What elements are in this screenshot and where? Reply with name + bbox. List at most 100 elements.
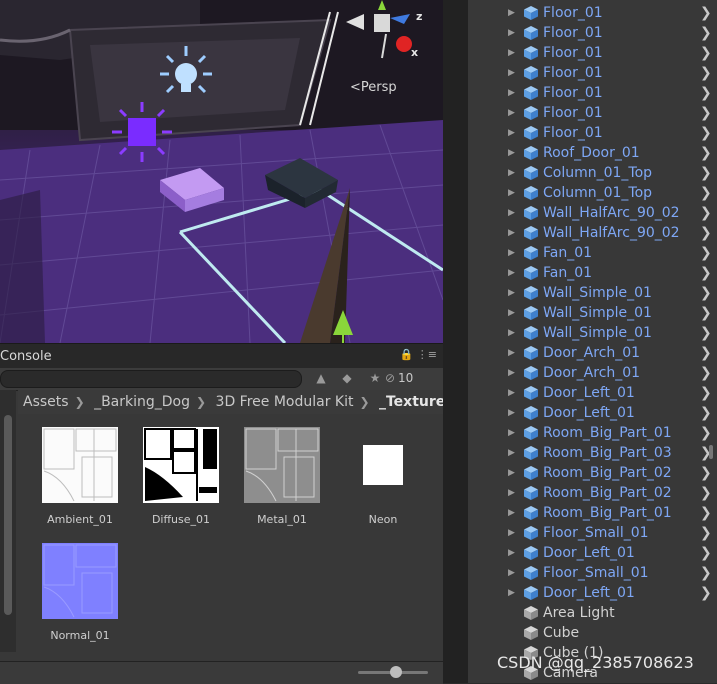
hierarchy-item[interactable]: ▶ Fan_01 ❯: [468, 243, 717, 263]
chevron-right-icon[interactable]: ❯: [700, 83, 712, 103]
hierarchy-item[interactable]: ▶ Floor_01 ❯: [468, 23, 717, 43]
hierarchy-item[interactable]: ▶ Floor_Small_01 ❯: [468, 523, 717, 543]
chevron-right-icon[interactable]: ❯: [700, 483, 712, 503]
expand-arrow-icon[interactable]: ▶: [508, 243, 515, 263]
expand-arrow-icon[interactable]: ▶: [508, 223, 515, 243]
filter-by-label-icon[interactable]: ◆: [338, 371, 356, 387]
expand-arrow-icon[interactable]: ▶: [508, 43, 515, 63]
light-bulb-icon[interactable]: [155, 44, 217, 104]
chevron-right-icon[interactable]: ❯: [700, 463, 712, 483]
tab-console[interactable]: Console: [0, 349, 52, 364]
chevron-right-icon[interactable]: ❯: [700, 43, 712, 63]
chevron-right-icon[interactable]: ❯: [700, 343, 712, 363]
expand-arrow-icon[interactable]: ▶: [508, 323, 515, 343]
orientation-gizmo[interactable]: [342, 0, 422, 66]
expand-arrow-icon[interactable]: ▶: [508, 383, 515, 403]
hierarchy-item[interactable]: ▶ Room_Big_Part_02 ❯: [468, 463, 717, 483]
expand-arrow-icon[interactable]: ▶: [508, 263, 515, 283]
chevron-right-icon[interactable]: ❯: [700, 523, 712, 543]
chevron-right-icon[interactable]: ❯: [700, 283, 712, 303]
expand-arrow-icon[interactable]: ▶: [508, 483, 515, 503]
area-light-icon[interactable]: [110, 100, 174, 164]
hierarchy-item[interactable]: ▶ Column_01_Top ❯: [468, 183, 717, 203]
chevron-right-icon[interactable]: ❯: [700, 63, 712, 83]
expand-arrow-icon[interactable]: ▶: [508, 583, 515, 603]
chevron-right-icon[interactable]: ❯: [700, 543, 712, 563]
hierarchy-item[interactable]: ▶ Column_01_Top ❯: [468, 163, 717, 183]
expand-arrow-icon[interactable]: ▶: [508, 183, 515, 203]
hierarchy-item[interactable]: ▶ Door_Arch_01 ❯: [468, 363, 717, 383]
lock-icon[interactable]: 🔒: [400, 348, 414, 361]
expand-arrow-icon[interactable]: ▶: [508, 463, 515, 483]
chevron-right-icon[interactable]: ❯: [700, 303, 712, 323]
hierarchy-item[interactable]: ▶ Room_Big_Part_01 ❯: [468, 503, 717, 523]
expand-arrow-icon[interactable]: ▶: [508, 363, 515, 383]
hierarchy-item[interactable]: ▶ Door_Left_01 ❯: [468, 543, 717, 563]
hierarchy-item[interactable]: ▶ Door_Left_01 ❯: [468, 403, 717, 423]
slider-handle[interactable]: [390, 666, 402, 678]
hierarchy-item[interactable]: ▶ Floor_01 ❯: [468, 123, 717, 143]
expand-arrow-icon[interactable]: ▶: [508, 203, 515, 223]
hierarchy-item[interactable]: ▶ Fan_01 ❯: [468, 263, 717, 283]
hierarchy-item[interactable]: ▶ Floor_01 ❯: [468, 3, 717, 23]
chevron-right-icon[interactable]: ❯: [700, 323, 712, 343]
expand-arrow-icon[interactable]: ▶: [508, 443, 515, 463]
chevron-right-icon[interactable]: ❯: [700, 583, 712, 603]
hierarchy-item[interactable]: ▶ Wall_Simple_01 ❯: [468, 303, 717, 323]
panel-divider[interactable]: [443, 0, 468, 683]
hierarchy-item[interactable]: ▶ Wall_HalfArc_90_02 ❯: [468, 203, 717, 223]
chevron-right-icon[interactable]: ❯: [700, 143, 712, 163]
projection-toggle[interactable]: <Persp: [350, 80, 397, 95]
hierarchy-item[interactable]: ▶ Room_Big_Part_01 ❯: [468, 423, 717, 443]
hierarchy-item[interactable]: ▶ Door_Left_01 ❯: [468, 383, 717, 403]
chevron-right-icon[interactable]: ❯: [700, 203, 712, 223]
scene-view[interactable]: z x <Persp: [0, 0, 443, 343]
hidden-eye-icon[interactable]: ⊘: [380, 371, 400, 387]
hierarchy-item[interactable]: ▶ Door_Left_01 ❯: [468, 583, 717, 603]
expand-arrow-icon[interactable]: ▶: [508, 23, 515, 43]
hierarchy-item[interactable]: Area Light: [468, 603, 717, 623]
folder-tree-scrollbar[interactable]: [0, 390, 16, 652]
hierarchy-item[interactable]: ▶ Wall_Simple_01 ❯: [468, 283, 717, 303]
breadcrumb-barking-dog[interactable]: _Barking_Dog: [94, 390, 190, 414]
expand-arrow-icon[interactable]: ▶: [508, 3, 515, 23]
expand-arrow-icon[interactable]: ▶: [508, 503, 515, 523]
chevron-right-icon[interactable]: ❯: [700, 163, 712, 183]
expand-arrow-icon[interactable]: ▶: [508, 123, 515, 143]
chevron-right-icon[interactable]: ❯: [700, 563, 712, 583]
expand-arrow-icon[interactable]: ▶: [508, 83, 515, 103]
hierarchy-item[interactable]: ▶ Wall_Simple_01 ❯: [468, 323, 717, 343]
hierarchy-item[interactable]: ▶ Roof_Door_01 ❯: [468, 143, 717, 163]
chevron-right-icon[interactable]: ❯: [700, 503, 712, 523]
hierarchy-item[interactable]: ▶ Floor_01 ❯: [468, 43, 717, 63]
hierarchy-item[interactable]: ▶ Room_Big_Part_02 ❯: [468, 483, 717, 503]
chevron-right-icon[interactable]: ❯: [700, 23, 712, 43]
expand-arrow-icon[interactable]: ▶: [508, 343, 515, 363]
expand-arrow-icon[interactable]: ▶: [508, 543, 515, 563]
search-input[interactable]: [0, 370, 302, 388]
expand-arrow-icon[interactable]: ▶: [508, 563, 515, 583]
hierarchy-item[interactable]: ▶ Room_Big_Part_03 ❯: [468, 443, 717, 463]
expand-arrow-icon[interactable]: ▶: [508, 103, 515, 123]
panel-menu-icon[interactable]: ⋮≡: [417, 348, 437, 361]
expand-arrow-icon[interactable]: ▶: [508, 143, 515, 163]
chevron-right-icon[interactable]: ❯: [700, 3, 712, 23]
hierarchy-item[interactable]: Cube: [468, 623, 717, 643]
hierarchy-item[interactable]: ▶ Floor_01 ❯: [468, 83, 717, 103]
chevron-right-icon[interactable]: ❯: [700, 123, 712, 143]
expand-arrow-icon[interactable]: ▶: [508, 423, 515, 443]
expand-arrow-icon[interactable]: ▶: [508, 283, 515, 303]
asset-metal[interactable]: Metal_01: [232, 427, 332, 526]
asset-normal[interactable]: Normal_01: [30, 543, 130, 642]
expand-arrow-icon[interactable]: ▶: [508, 403, 515, 423]
hierarchy-item[interactable]: ▶ Door_Arch_01 ❯: [468, 343, 717, 363]
asset-neon[interactable]: Neon: [333, 427, 433, 526]
filter-by-type-icon[interactable]: ▲: [312, 371, 330, 387]
breadcrumb-texture[interactable]: _Texture: [379, 390, 443, 414]
chevron-right-icon[interactable]: ❯: [700, 363, 712, 383]
chevron-right-icon[interactable]: ❯: [700, 383, 712, 403]
expand-arrow-icon[interactable]: ▶: [508, 523, 515, 543]
expand-arrow-icon[interactable]: ▶: [508, 303, 515, 323]
hierarchy-item[interactable]: ▶ Floor_Small_01 ❯: [468, 563, 717, 583]
hierarchy-item[interactable]: ▶ Wall_HalfArc_90_02 ❯: [468, 223, 717, 243]
